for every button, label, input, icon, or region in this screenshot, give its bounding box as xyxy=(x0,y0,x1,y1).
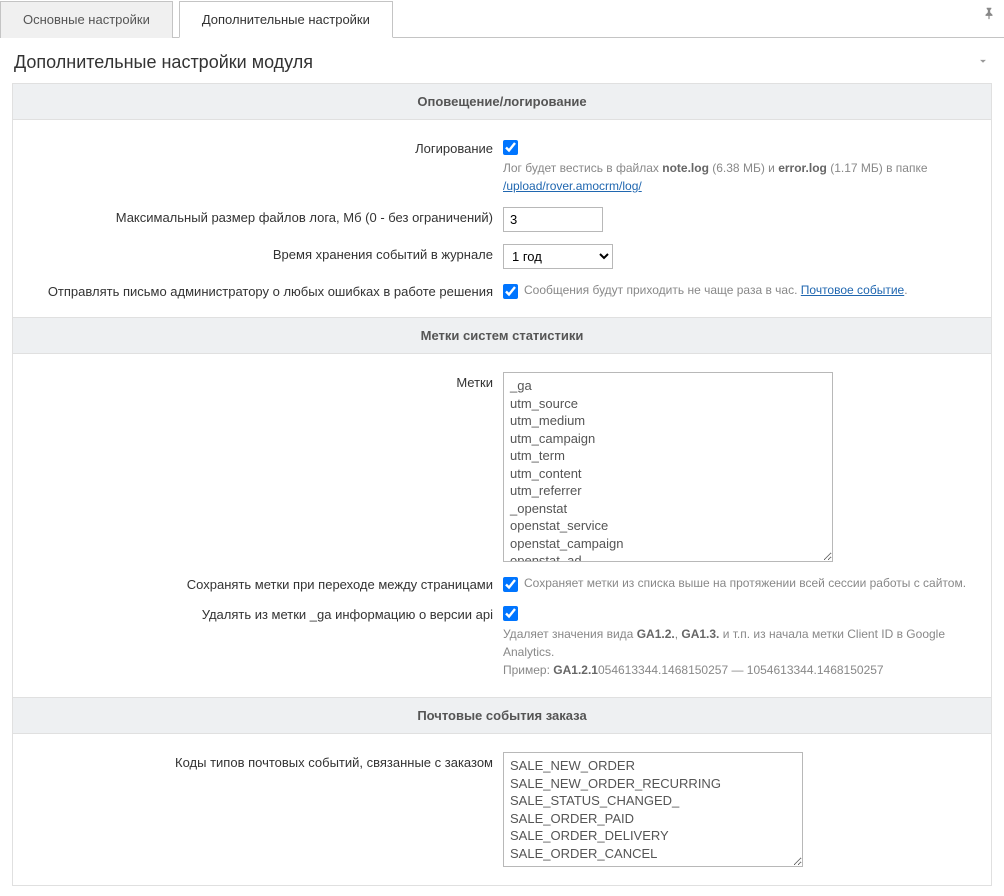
hint-logging: Лог будет вестись в файлах note.log (6.3… xyxy=(503,159,977,195)
section-body-logging: Логирование Лог будет вестись в файлах n… xyxy=(13,120,991,317)
label-retention: Время хранения событий в журнале xyxy=(13,244,503,262)
textarea-mail-codes[interactable] xyxy=(503,752,803,867)
label-admin-mail: Отправлять письмо администратору о любых… xyxy=(13,281,503,299)
hint-text: Лог будет вестись в файлах xyxy=(503,161,662,175)
row-admin-mail: Отправлять письмо администратору о любых… xyxy=(13,275,991,305)
checkbox-admin-mail[interactable] xyxy=(503,284,518,299)
note-file: note.log xyxy=(662,161,709,175)
row-remove-ga: Удалять из метки _ga информацию о версии… xyxy=(13,598,991,685)
textarea-labels[interactable] xyxy=(503,372,833,562)
page-title: Дополнительные настройки модуля xyxy=(14,52,313,73)
hint-text: Удаляет значения вида xyxy=(503,627,637,641)
label-labels: Метки xyxy=(13,372,503,390)
section-body-stats: Метки Сохранять метки при переходе между… xyxy=(13,354,991,697)
collapse-icon[interactable] xyxy=(976,54,990,71)
mail-event-link[interactable]: Почтовое событие xyxy=(801,283,904,297)
label-logging: Логирование xyxy=(13,138,503,156)
page-header: Дополнительные настройки модуля xyxy=(0,38,1004,83)
tab-advanced[interactable]: Дополнительные настройки xyxy=(179,1,393,38)
checkbox-logging[interactable] xyxy=(503,140,518,155)
hint-remove-ga: Удаляет значения вида GA1.2., GA1.3. и т… xyxy=(503,625,977,679)
section-header-logging: Оповещение/логирование xyxy=(13,84,991,120)
log-path-link[interactable]: /upload/rover.amocrm/log/ xyxy=(503,179,642,193)
bold-text: GA1.3. xyxy=(681,627,719,641)
label-persist: Сохранять метки при переходе между стран… xyxy=(13,574,503,592)
label-mail-codes: Коды типов почтовых событий, связанные с… xyxy=(13,752,503,770)
row-retention: Время хранения событий в журнале 1 год xyxy=(13,238,991,275)
pin-icon[interactable] xyxy=(974,0,1004,37)
section-header-stats: Метки систем статистики xyxy=(13,317,991,354)
error-size: (1.17 МБ) в папке xyxy=(827,161,928,175)
select-retention[interactable]: 1 год xyxy=(503,244,613,269)
tab-basic[interactable]: Основные настройки xyxy=(0,1,173,38)
label-max-size: Максимальный размер файлов лога, Мб (0 -… xyxy=(13,207,503,225)
section-header-mail: Почтовые события заказа xyxy=(13,697,991,734)
hint-persist: Сохраняет метки из списка выше на протяж… xyxy=(524,574,966,592)
hint-text: Пример: xyxy=(503,663,553,677)
tabs-bar: Основные настройки Дополнительные настро… xyxy=(0,0,1004,38)
bold-text: GA1.2. xyxy=(637,627,675,641)
settings-panel: Оповещение/логирование Логирование Лог б… xyxy=(12,83,992,886)
checkbox-persist[interactable] xyxy=(503,577,518,592)
row-logging: Логирование Лог будет вестись в файлах n… xyxy=(13,132,991,201)
bold-text: GA1.2.1 xyxy=(553,663,598,677)
row-labels: Метки xyxy=(13,366,991,568)
input-max-size[interactable] xyxy=(503,207,603,232)
note-size: (6.38 МБ) и xyxy=(709,161,778,175)
row-persist: Сохранять метки при переходе между стран… xyxy=(13,568,991,598)
hint-text: 054613344.1468150257 — 1054613344.146815… xyxy=(598,663,884,677)
row-max-size: Максимальный размер файлов лога, Мб (0 -… xyxy=(13,201,991,238)
hint-text: Сообщения будут приходить не чаще раза в… xyxy=(524,283,801,297)
error-file: error.log xyxy=(778,161,827,175)
label-remove-ga: Удалять из метки _ga информацию о версии… xyxy=(13,604,503,622)
hint-admin-mail: Сообщения будут приходить не чаще раза в… xyxy=(524,281,908,299)
section-body-mail: Коды типов почтовых событий, связанные с… xyxy=(13,734,991,885)
checkbox-remove-ga[interactable] xyxy=(503,606,518,621)
row-mail-codes: Коды типов почтовых событий, связанные с… xyxy=(13,746,991,873)
